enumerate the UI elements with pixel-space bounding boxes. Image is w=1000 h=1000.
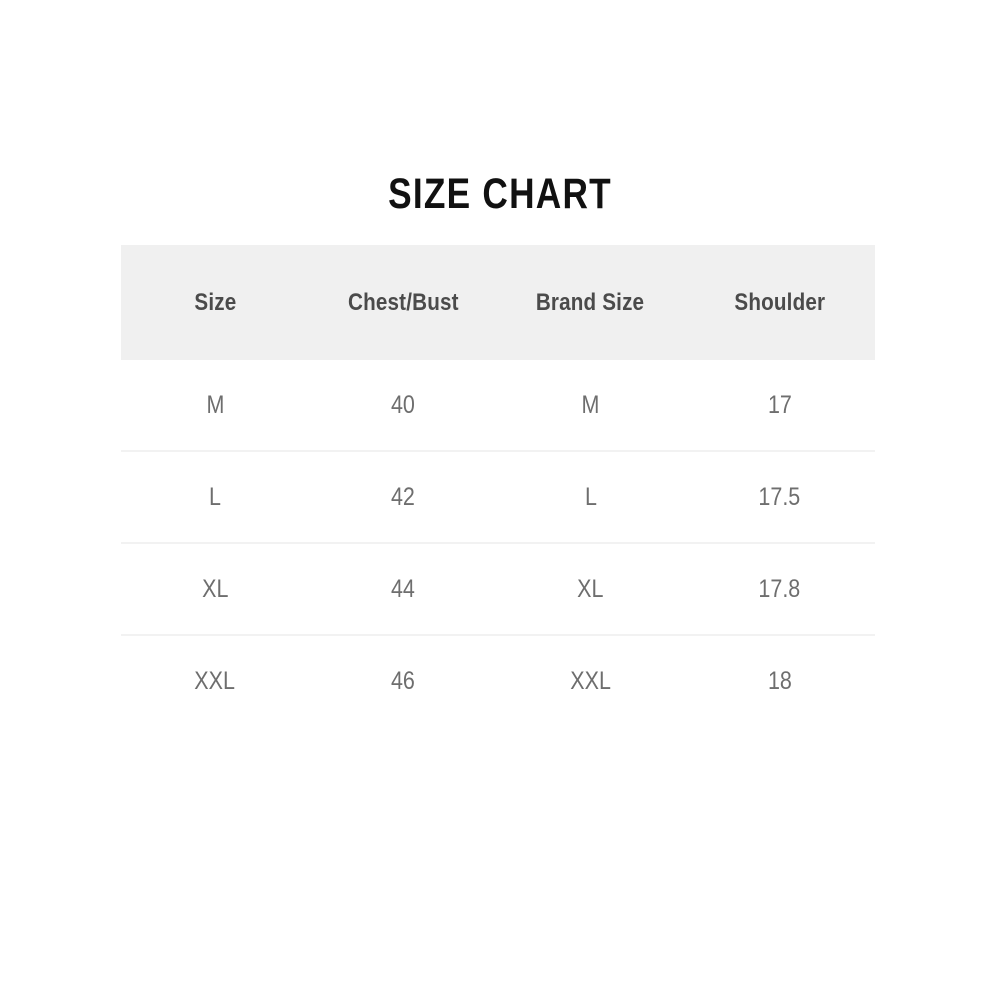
cell-size-value: XXL [194,666,236,695]
cell-shoulder: 18 [684,634,875,726]
cell-brand-size: M [497,360,684,451]
cell-shoulder: 17 [684,360,875,451]
cell-size: XXL [121,634,309,726]
table-row: XXL 46 XXL 18 [121,634,875,726]
cell-shoulder: 17.8 [684,542,875,635]
cell-chest-bust-value: 42 [391,482,415,511]
column-header-brand-size-label: Brand Size [536,288,645,316]
cell-shoulder-value: 17 [767,390,792,419]
cell-size-value: XL [201,574,229,603]
cell-chest-bust: 44 [309,542,497,635]
table-row: M 40 M 17 [121,360,875,451]
cell-size: L [121,450,309,543]
cell-shoulder-value: 17.8 [758,574,801,603]
page-title: SIZE CHART [388,170,612,218]
column-header-brand-size: Brand Size [497,245,684,360]
cell-brand-size: L [497,450,684,543]
cell-chest-bust: 46 [309,634,497,726]
column-header-shoulder-label: Shoulder [734,288,825,316]
column-header-chest-bust: Chest/Bust [309,245,497,360]
cell-chest-bust-value: 46 [391,666,415,695]
table-row: XL 44 XL 17.8 [121,542,875,635]
size-chart-table: Size Chest/Bust Brand Size Shoulder M 40… [121,245,875,726]
cell-size-value: M [206,390,224,419]
cell-chest-bust: 40 [309,360,497,451]
cell-chest-bust-value: 44 [391,574,415,603]
cell-shoulder-value: 18 [767,666,792,695]
cell-brand-size-value: XXL [570,666,611,695]
cell-brand-size: XL [497,542,684,635]
cell-brand-size-value: XL [577,574,604,603]
cell-size: M [121,360,309,451]
column-header-chest-bust-label: Chest/Bust [347,288,459,316]
table-row: L 42 L 17.5 [121,450,875,543]
column-header-size-label: Size [193,288,236,316]
size-chart-page: SIZE CHART Size Chest/Bust Brand Size Sh… [0,0,1000,1000]
cell-shoulder: 17.5 [684,450,875,543]
table-body: M 40 M 17 L 42 L 17.5 XL 44 XL 17.8 XXL … [121,360,875,726]
table-header-row: Size Chest/Bust Brand Size Shoulder [121,245,875,360]
table-header: Size Chest/Bust Brand Size Shoulder [121,245,875,360]
cell-shoulder-value: 17.5 [758,482,801,511]
column-header-shoulder: Shoulder [684,245,875,360]
cell-brand-size-value: M [581,390,600,419]
cell-chest-bust: 42 [309,450,497,543]
cell-size: XL [121,542,309,635]
cell-brand-size: XXL [497,634,684,726]
column-header-size: Size [121,245,309,360]
cell-size-value: L [209,482,221,511]
cell-chest-bust-value: 40 [391,390,415,419]
cell-brand-size-value: L [584,482,597,511]
